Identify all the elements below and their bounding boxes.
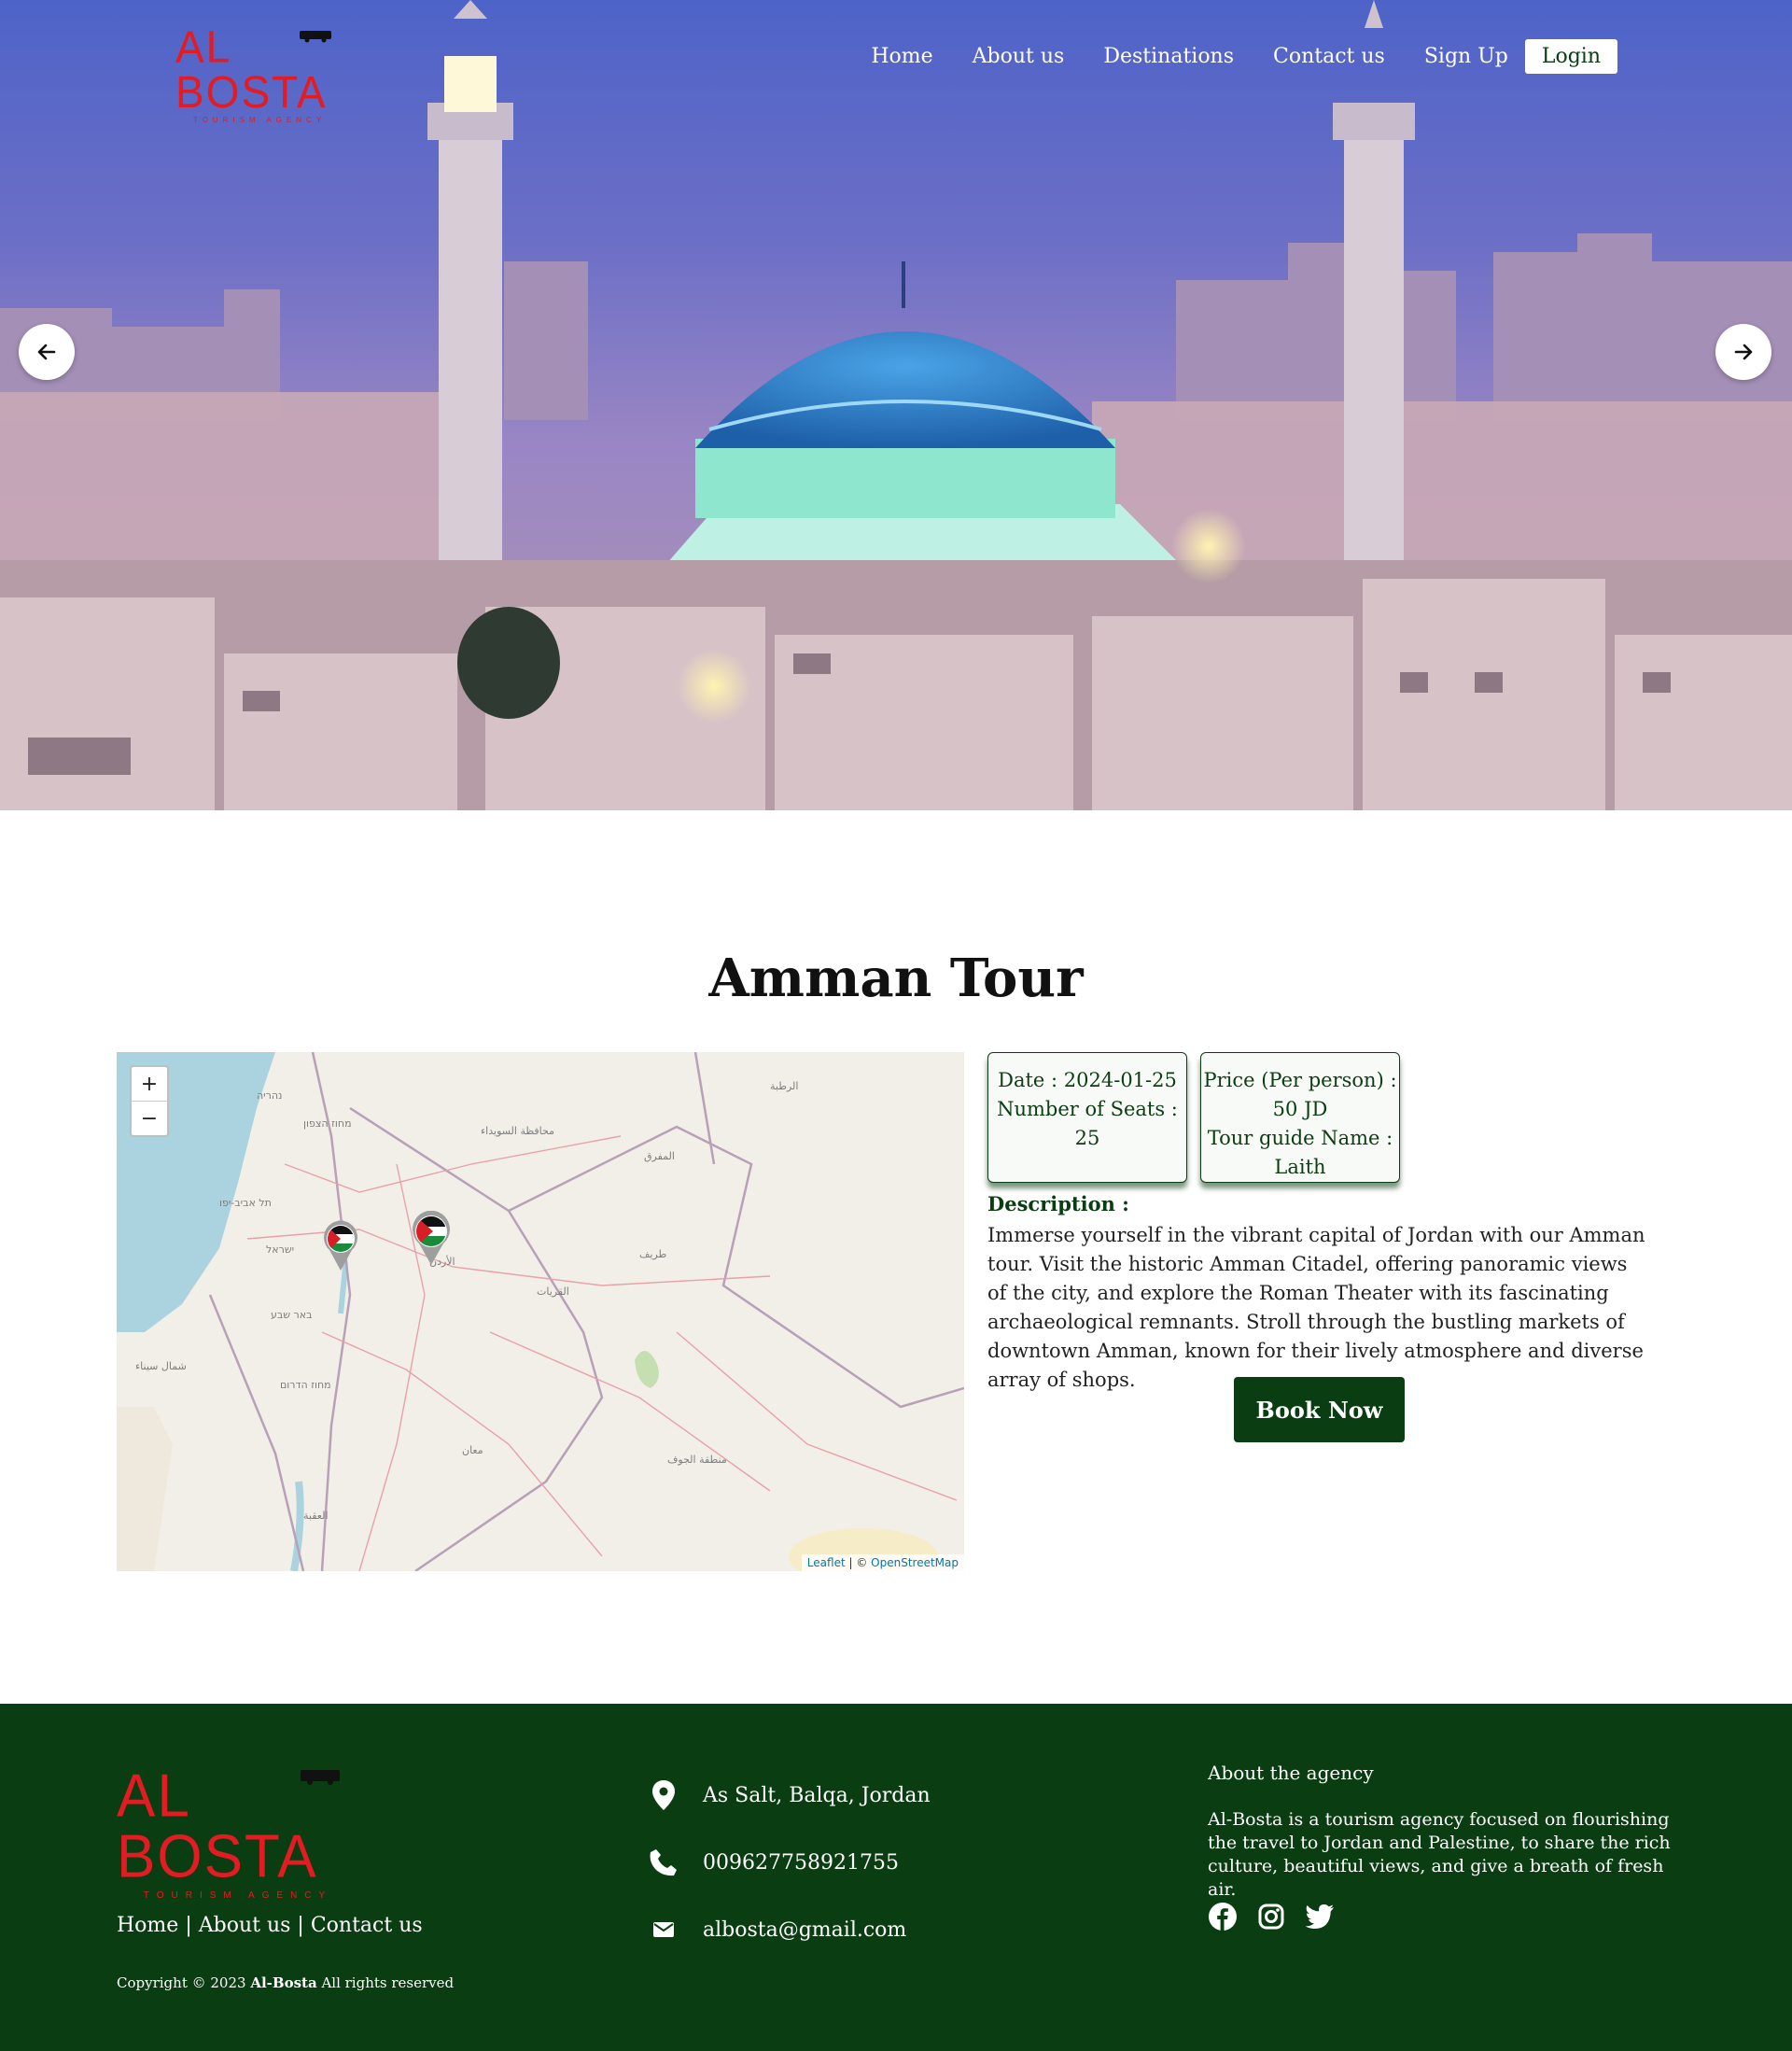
copyright: Copyright © 2023 Al-Bosta All rights res…: [117, 1974, 454, 1991]
tour-map[interactable]: נהריה מחוז הצפון محافظة السويداء תל אביב-י…: [117, 1052, 964, 1571]
leaflet-link[interactable]: Leaflet: [807, 1556, 846, 1569]
seats-label: Number of Seats :: [997, 1098, 1178, 1120]
social-links: [1208, 1902, 1335, 1932]
map-tiles: נהריה מחוז הצפון محافظة السويداء תל אביב-י…: [117, 1052, 964, 1571]
address-text: As Salt, Balqa, Jordan: [703, 1783, 931, 1807]
phone-text[interactable]: 009627758921755: [703, 1851, 899, 1875]
about-text: Al-Bosta is a tourism agency focused on …: [1208, 1809, 1671, 1900]
description-text: Immerse yourself in the vibrant capital …: [987, 1224, 1645, 1391]
description-label: Description :: [987, 1192, 1129, 1215]
copyright-suffix: All rights reserved: [316, 1974, 455, 1991]
main-nav: Home About us Destinations Contact us Si…: [832, 39, 1617, 74]
contact-phone: 009627758921755: [649, 1847, 899, 1877]
price-label: Price (Per person) :: [1203, 1069, 1397, 1091]
svg-text:מחוז הצפון: מחוז הצפון: [303, 1117, 352, 1130]
date-seats-card: Date : 2024-01-25 Number of Seats : 25: [987, 1052, 1187, 1183]
footer-divider: |: [185, 1914, 192, 1937]
brand-logo[interactable]: AL BOSTA TOURISM AGENCY: [175, 24, 343, 124]
svg-text:المفرق: المفرق: [644, 1150, 675, 1162]
slider-prev-button[interactable]: [19, 324, 75, 380]
tour-date: Date : 2024-01-25: [998, 1069, 1177, 1091]
seats-value: 25: [1074, 1127, 1100, 1149]
zoom-out-button[interactable]: −: [132, 1101, 167, 1135]
svg-text:ישראל: ישראל: [266, 1243, 294, 1256]
tour-title: Amman Tour: [708, 948, 1084, 1009]
contact-address: As Salt, Balqa, Jordan: [649, 1780, 931, 1810]
bus-icon: [300, 31, 331, 43]
footer-logo[interactable]: AL BOSTA TOURISM AGENCY: [117, 1765, 359, 1901]
footer-link-contact[interactable]: Contact us: [311, 1914, 423, 1937]
footer-link-about[interactable]: About us: [199, 1914, 291, 1937]
price-guide-card: Price (Per person) : 50 JD Tour guide Na…: [1200, 1052, 1400, 1183]
nav-home[interactable]: Home: [871, 45, 932, 68]
nav-signup[interactable]: Sign Up: [1424, 45, 1508, 68]
envelope-icon: [649, 1915, 679, 1945]
palestine-flag-marker[interactable]: [322, 1220, 359, 1271]
map-attribution: Leaflet | © OpenStreetMap: [801, 1554, 964, 1571]
guide-label: Tour guide Name :: [1207, 1127, 1393, 1149]
svg-text:طريف: طريف: [639, 1248, 667, 1260]
footer-link-home[interactable]: Home: [117, 1914, 178, 1937]
svg-text:נהריה: נהריה: [257, 1089, 282, 1102]
hero-slider: AL BOSTA TOURISM AGENCY Home About us De…: [0, 0, 1792, 810]
price-value: 50 JD: [1272, 1098, 1328, 1120]
zoom-in-button[interactable]: +: [132, 1067, 167, 1101]
svg-text:محافظة السويداء: محافظة السويداء: [481, 1125, 554, 1137]
svg-text:תל אביב-יפו: תל אביב-יפו: [219, 1197, 272, 1209]
arrow-left-icon: [37, 344, 56, 360]
guide-value: Laith: [1274, 1156, 1326, 1178]
instagram-icon[interactable]: [1256, 1902, 1286, 1932]
nav-about[interactable]: About us: [973, 45, 1065, 68]
email-text[interactable]: albosta@gmail.com: [703, 1918, 906, 1942]
arrow-right-icon: [1734, 344, 1753, 360]
svg-text:العقبة: العقبة: [303, 1510, 329, 1522]
copyright-brand: Al-Bosta: [250, 1974, 317, 1991]
footer: AL BOSTA TOURISM AGENCY Home | About us …: [0, 1704, 1792, 2051]
map-pin-icon: [649, 1780, 679, 1810]
login-button[interactable]: Login: [1524, 39, 1617, 74]
footer-links: Home | About us | Contact us: [117, 1914, 423, 1937]
phone-icon: [649, 1847, 679, 1877]
svg-text:القريات: القريات: [537, 1285, 569, 1298]
slider-next-button[interactable]: [1715, 324, 1771, 380]
osm-link[interactable]: OpenStreetMap: [871, 1556, 959, 1569]
copyright-prefix: Copyright © 2023: [117, 1974, 251, 1991]
svg-text:الرطبة: الرطبة: [770, 1080, 798, 1092]
footer-logo-tagline: TOURISM AGENCY: [143, 1890, 333, 1901]
book-now-button[interactable]: Book Now: [1234, 1377, 1405, 1442]
attribution-separator: | ©: [845, 1556, 872, 1569]
nav-destinations[interactable]: Destinations: [1103, 45, 1234, 68]
contact-email: albosta@gmail.com: [649, 1915, 906, 1945]
svg-text:באר שבע: באר שבע: [271, 1309, 312, 1321]
facebook-icon[interactable]: [1208, 1902, 1238, 1932]
svg-text:معان: معان: [462, 1444, 483, 1456]
jordan-flag-marker[interactable]: [411, 1211, 452, 1265]
nav-contact[interactable]: Contact us: [1273, 45, 1385, 68]
bus-icon: [301, 1770, 340, 1785]
about-title: About the agency: [1208, 1762, 1374, 1784]
map-zoom-control: + −: [130, 1065, 169, 1137]
svg-text:מחוז הדרום: מחוז הדרום: [280, 1379, 331, 1391]
footer-divider: |: [297, 1914, 304, 1937]
twitter-icon[interactable]: [1305, 1902, 1335, 1932]
svg-text:منطقة الجوف: منطقة الجوف: [667, 1454, 727, 1466]
svg-text:شمال سيناء: شمال سيناء: [135, 1360, 187, 1372]
